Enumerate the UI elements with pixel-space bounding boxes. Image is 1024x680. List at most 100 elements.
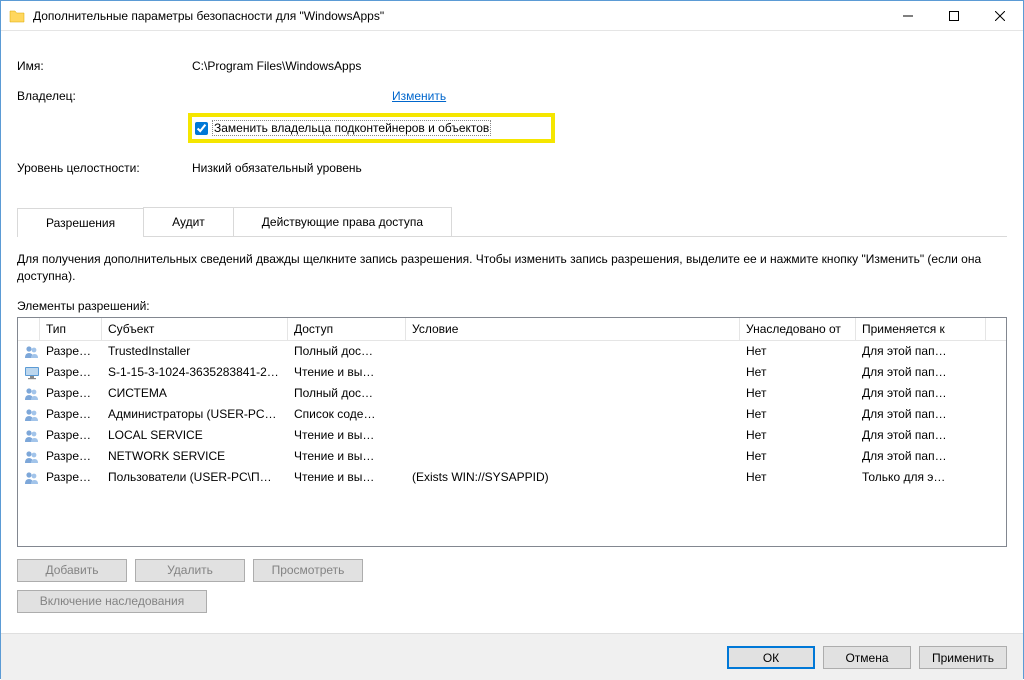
- cell-applies: Для этой пап…: [856, 445, 986, 467]
- footer: ОК Отмена Применить: [1, 633, 1023, 680]
- remove-button[interactable]: Удалить: [135, 559, 245, 582]
- cell-type: Разре…: [40, 424, 102, 446]
- cell-inherited: Нет: [740, 361, 856, 383]
- col-icon-header[interactable]: [18, 318, 40, 340]
- table-row[interactable]: Разре…Администраторы (USER-PC…Список сод…: [18, 404, 1006, 425]
- name-value: C:\Program Files\WindowsApps: [192, 59, 361, 73]
- replace-owner-label: Заменить владельца подконтейнеров и объе…: [212, 120, 491, 136]
- cell-access: Полный дос…: [288, 340, 406, 362]
- info-section: Имя: C:\Program Files\WindowsApps Владел…: [17, 51, 1007, 183]
- cell-condition: [406, 389, 740, 397]
- integrity-value: Низкий обязательный уровень: [192, 161, 362, 175]
- table-row[interactable]: Разре…TrustedInstallerПолный дос…НетДля …: [18, 341, 1006, 362]
- view-button[interactable]: Просмотреть: [253, 559, 363, 582]
- col-applies-header[interactable]: Применяется к: [856, 318, 986, 340]
- cell-type: Разре…: [40, 466, 102, 488]
- cell-applies: Для этой пап…: [856, 361, 986, 383]
- group-icon: [18, 382, 40, 405]
- cell-subject: LOCAL SERVICE: [102, 424, 288, 446]
- cancel-button[interactable]: Отмена: [823, 646, 911, 669]
- table-row[interactable]: Разре…S-1-15-3-1024-3635283841-2…Чтение …: [18, 362, 1006, 383]
- col-subject-header[interactable]: Субъект: [102, 318, 288, 340]
- group-icon: [18, 445, 40, 468]
- table-body: Разре…TrustedInstallerПолный дос…НетДля …: [18, 341, 1006, 488]
- cell-inherited: Нет: [740, 445, 856, 467]
- help-text: Для получения дополнительных сведений дв…: [17, 251, 1007, 285]
- group-icon: [18, 424, 40, 447]
- cell-subject: NETWORK SERVICE: [102, 445, 288, 467]
- inherit-row: Включение наследования: [17, 590, 1007, 613]
- add-button[interactable]: Добавить: [17, 559, 127, 582]
- maximize-button[interactable]: [931, 1, 977, 31]
- permissions-panel: Для получения дополнительных сведений дв…: [17, 237, 1007, 613]
- cell-condition: [406, 347, 740, 355]
- action-buttons: Добавить Удалить Просмотреть: [17, 559, 1007, 582]
- table-row[interactable]: Разре…Пользователи (USER-PC\П…Чтение и в…: [18, 467, 1006, 488]
- table-row[interactable]: Разре…LOCAL SERVICEЧтение и вы… НетДля эт…: [18, 425, 1006, 446]
- minimize-button[interactable]: [885, 1, 931, 31]
- cell-type: Разре…: [40, 382, 102, 404]
- cell-applies: Для этой пап…: [856, 403, 986, 425]
- cell-type: Разре…: [40, 340, 102, 362]
- group-icon: [18, 403, 40, 426]
- group-icon: [18, 340, 40, 363]
- name-label: Имя:: [17, 59, 192, 73]
- window-title: Дополнительные параметры безопасности дл…: [33, 9, 885, 23]
- permissions-elements-label: Элементы разрешений:: [17, 299, 1007, 313]
- folder-icon: [9, 9, 25, 23]
- replace-owner-highlight: Заменить владельца подконтейнеров и объе…: [188, 113, 555, 143]
- col-condition-header[interactable]: Условие: [406, 318, 740, 340]
- cell-type: Разре…: [40, 445, 102, 467]
- change-owner-link[interactable]: Изменить: [392, 89, 446, 103]
- col-access-header[interactable]: Доступ: [288, 318, 406, 340]
- cell-access: Список соде…: [288, 403, 406, 425]
- cell-inherited: Нет: [740, 403, 856, 425]
- cell-applies: Только для э…: [856, 466, 986, 488]
- col-type-header[interactable]: Тип: [40, 318, 102, 340]
- inherit-button[interactable]: Включение наследования: [17, 590, 207, 613]
- cell-access: Чтение и вы…: [288, 424, 406, 446]
- cell-subject: Администраторы (USER-PC…: [102, 403, 288, 425]
- cell-inherited: Нет: [740, 424, 856, 446]
- ok-button[interactable]: ОК: [727, 646, 815, 669]
- tab-audit[interactable]: Аудит: [143, 207, 234, 236]
- monitor-icon: [18, 361, 40, 384]
- cell-type: Разре…: [40, 403, 102, 425]
- tab-permissions[interactable]: Разрешения: [17, 208, 144, 237]
- cell-access: Чтение и вы…: [288, 445, 406, 467]
- group-icon: [18, 466, 40, 489]
- cell-type: Разре…: [40, 361, 102, 383]
- close-button[interactable]: [977, 1, 1023, 31]
- cell-applies: Для этой пап…: [856, 340, 986, 362]
- cell-access: Полный дос…: [288, 382, 406, 404]
- cell-subject: TrustedInstaller: [102, 340, 288, 362]
- window-controls: [885, 1, 1023, 31]
- permissions-table[interactable]: Тип Субъект Доступ Условие Унаследовано …: [17, 317, 1007, 547]
- cell-condition: [406, 452, 740, 460]
- table-header: Тип Субъект Доступ Условие Унаследовано …: [18, 318, 1006, 341]
- cell-condition: (Exists WIN://SYSAPPID): [406, 466, 740, 488]
- replace-owner-checkbox[interactable]: [195, 122, 208, 135]
- table-row[interactable]: Разре…NETWORK SERVICEЧтение и вы… НетДля …: [18, 446, 1006, 467]
- table-row[interactable]: Разре…СИСТЕМАПолный дос… НетДля этой пап…: [18, 383, 1006, 404]
- cell-condition: [406, 410, 740, 418]
- titlebar: Дополнительные параметры безопасности дл…: [1, 1, 1023, 31]
- col-inherited-header[interactable]: Унаследовано от: [740, 318, 856, 340]
- cell-inherited: Нет: [740, 466, 856, 488]
- cell-condition: [406, 431, 740, 439]
- cell-access: Чтение и вы…: [288, 361, 406, 383]
- tabs: Разрешения Аудит Действующие права досту…: [17, 207, 1007, 237]
- cell-applies: Для этой пап…: [856, 424, 986, 446]
- content: Имя: C:\Program Files\WindowsApps Владел…: [1, 31, 1023, 633]
- cell-inherited: Нет: [740, 382, 856, 404]
- cell-access: Чтение и вы…: [288, 466, 406, 488]
- owner-label: Владелец:: [17, 89, 192, 103]
- cell-subject: S-1-15-3-1024-3635283841-2…: [102, 361, 288, 383]
- tab-effective-access[interactable]: Действующие права доступа: [233, 207, 452, 236]
- cell-condition: [406, 368, 740, 376]
- cell-applies: Для этой пап…: [856, 382, 986, 404]
- integrity-label: Уровень целостности:: [17, 161, 192, 175]
- cell-subject: Пользователи (USER-PC\П…: [102, 466, 288, 488]
- cell-subject: СИСТЕМА: [102, 382, 288, 404]
- apply-button[interactable]: Применить: [919, 646, 1007, 669]
